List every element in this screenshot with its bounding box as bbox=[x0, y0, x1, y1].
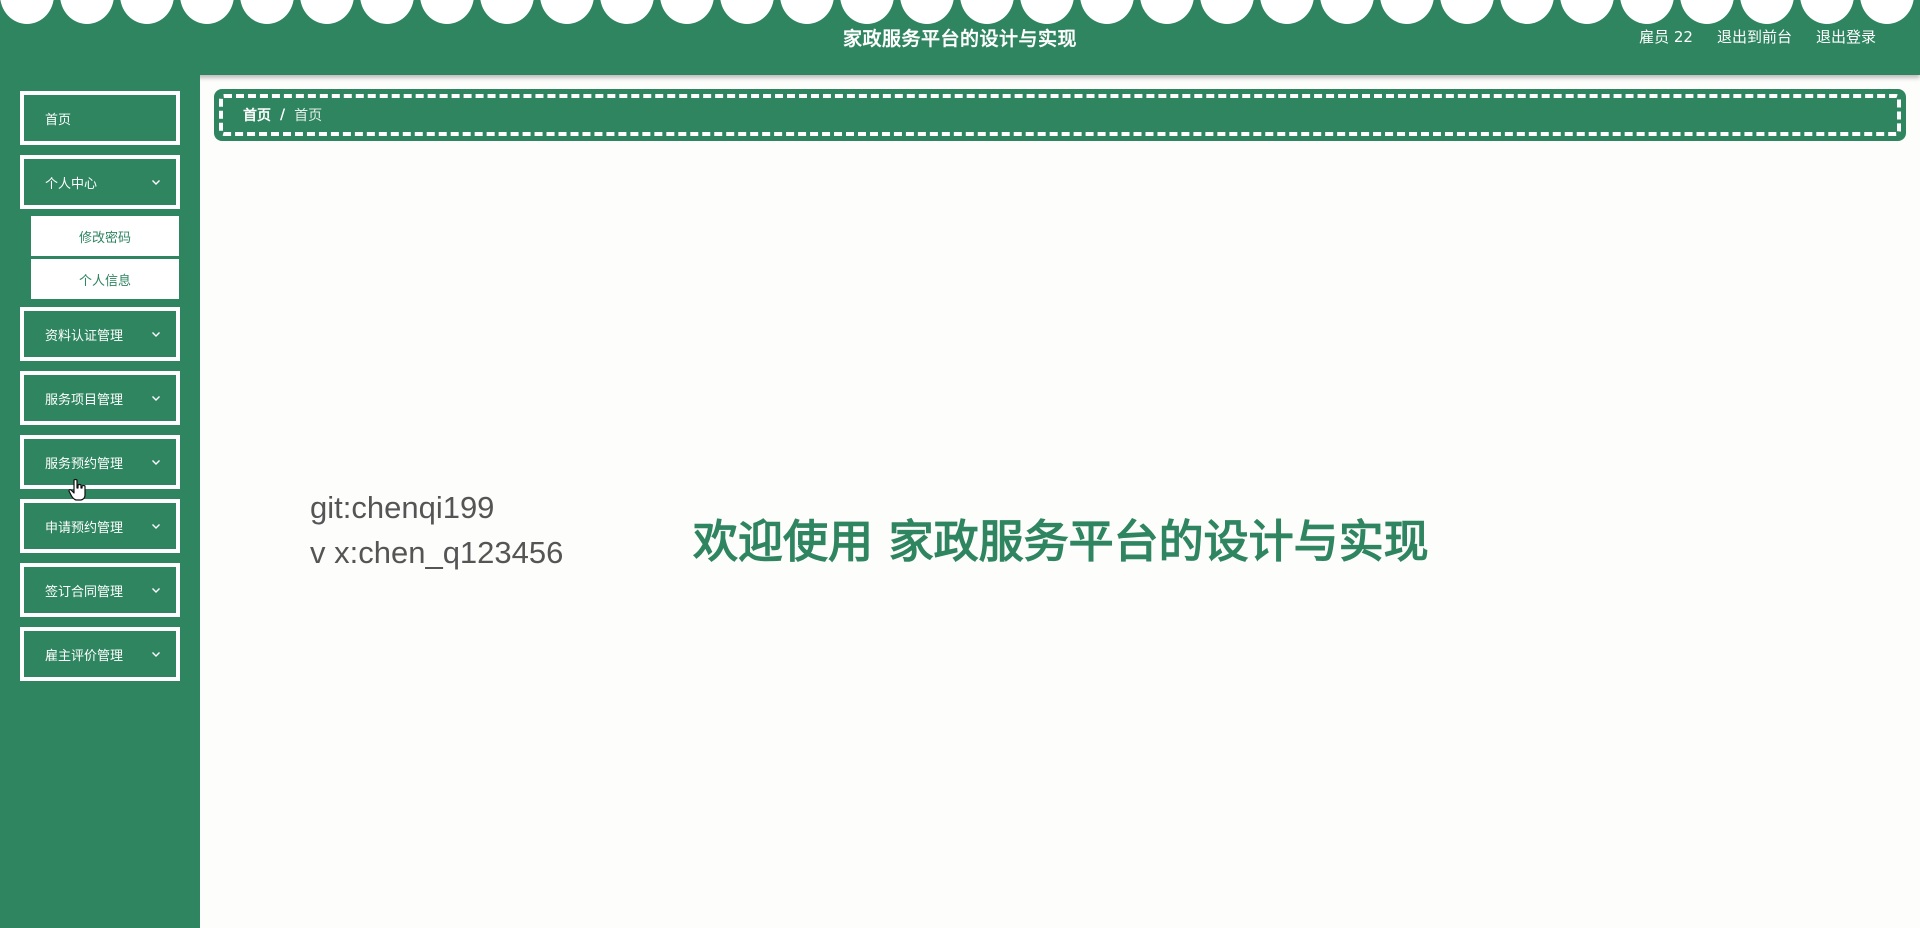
scallop bbox=[480, 0, 534, 24]
chevron-down-icon bbox=[152, 332, 160, 337]
sidebar-item-service-items[interactable]: 服务项目管理 bbox=[20, 371, 180, 425]
sidebar-item-label: 个人中心 bbox=[45, 176, 98, 192]
scallop bbox=[660, 0, 714, 24]
sidebar: 首页 个人中心 修改密码 个人信息 资料认证管理 服务项目管理 服务预约管理 申… bbox=[0, 75, 200, 928]
chevron-down-icon bbox=[152, 396, 160, 401]
scallop bbox=[1260, 0, 1314, 24]
scallop bbox=[1800, 0, 1854, 24]
scallop bbox=[1500, 0, 1554, 24]
sidebar-item-contracts[interactable]: 签订合同管理 bbox=[20, 563, 180, 617]
submenu-item-personal-info[interactable]: 个人信息 bbox=[30, 258, 180, 300]
scallop bbox=[600, 0, 654, 24]
scallop bbox=[60, 0, 114, 24]
scallop bbox=[1380, 0, 1434, 24]
scallop bbox=[1740, 0, 1794, 24]
chevron-down-icon bbox=[152, 588, 160, 593]
contact-info: git:chenqi199 v x:chen_q123456 bbox=[310, 485, 563, 575]
sidebar-item-credential-management[interactable]: 资料认证管理 bbox=[20, 307, 180, 361]
sidebar-item-label: 服务项目管理 bbox=[45, 392, 124, 408]
chevron-down-icon bbox=[152, 180, 160, 185]
scallop bbox=[540, 0, 594, 24]
breadcrumb-home-link[interactable]: 首页 bbox=[243, 105, 271, 125]
exit-to-front-link[interactable]: 退出到前台 bbox=[1717, 26, 1792, 47]
welcome-heading: 欢迎使用 家政服务平台的设计与实现 bbox=[693, 515, 1429, 568]
scallop bbox=[1860, 0, 1914, 24]
scallop bbox=[240, 0, 294, 24]
sidebar-item-home[interactable]: 首页 bbox=[20, 91, 180, 145]
scallop bbox=[1200, 0, 1254, 24]
scallop bbox=[780, 0, 834, 24]
git-text: git:chenqi199 bbox=[310, 490, 495, 525]
scallop bbox=[1020, 0, 1074, 24]
sidebar-item-personal-center[interactable]: 个人中心 bbox=[20, 155, 180, 209]
scallop bbox=[1080, 0, 1134, 24]
submenu-item-label: 个人信息 bbox=[78, 273, 131, 289]
current-user-label: 雇员 22 bbox=[1639, 28, 1693, 46]
scallop bbox=[180, 0, 234, 24]
chevron-down-icon bbox=[152, 524, 160, 529]
scallop bbox=[1320, 0, 1374, 24]
scallop bbox=[1680, 0, 1734, 24]
chevron-down-icon bbox=[152, 652, 160, 657]
scallop-decoration bbox=[0, 0, 1920, 26]
sidebar-item-label: 雇主评价管理 bbox=[45, 648, 124, 664]
scallop bbox=[420, 0, 474, 24]
submenu-item-label: 修改密码 bbox=[78, 230, 131, 246]
sidebar-item-label: 申请预约管理 bbox=[45, 520, 124, 536]
logout-link[interactable]: 退出登录 bbox=[1816, 26, 1876, 47]
breadcrumb: 首页 / 首页 bbox=[214, 89, 1906, 141]
site-title: 家政服务平台的设计与实现 bbox=[842, 28, 1077, 50]
scallop bbox=[960, 0, 1014, 24]
breadcrumb-separator: / bbox=[280, 107, 286, 123]
breadcrumb-inner: 首页 / 首页 bbox=[219, 94, 1901, 136]
scallop bbox=[900, 0, 954, 24]
sidebar-item-employer-reviews[interactable]: 雇主评价管理 bbox=[20, 627, 180, 681]
scallop bbox=[300, 0, 354, 24]
scallop bbox=[1440, 0, 1494, 24]
scallop bbox=[1140, 0, 1194, 24]
scallop bbox=[1620, 0, 1674, 24]
scallop bbox=[720, 0, 774, 24]
scallop bbox=[1560, 0, 1614, 24]
scallop bbox=[840, 0, 894, 24]
submenu-item-change-password[interactable]: 修改密码 bbox=[30, 215, 180, 257]
chevron-down-icon bbox=[152, 460, 160, 465]
scallop bbox=[0, 0, 54, 24]
sidebar-item-label: 签订合同管理 bbox=[45, 584, 124, 600]
breadcrumb-current: 首页 bbox=[294, 108, 323, 124]
sidebar-item-label: 资料认证管理 bbox=[45, 328, 124, 344]
sidebar-item-booking-applications[interactable]: 申请预约管理 bbox=[20, 499, 180, 553]
sidebar-item-label: 首页 bbox=[45, 112, 72, 128]
wechat-text: v x:chen_q123456 bbox=[310, 535, 564, 570]
top-header: 家政服务平台的设计与实现 雇员 22 退出到前台 退出登录 bbox=[0, 0, 1920, 75]
scallop bbox=[360, 0, 414, 24]
sidebar-item-service-booking[interactable]: 服务预约管理 bbox=[20, 435, 180, 489]
sidebar-item-label: 服务预约管理 bbox=[45, 456, 124, 472]
hand-cursor-icon bbox=[68, 478, 86, 501]
top-links: 雇员 22 退出到前台 退出登录 bbox=[1639, 26, 1876, 47]
scallop bbox=[120, 0, 174, 24]
